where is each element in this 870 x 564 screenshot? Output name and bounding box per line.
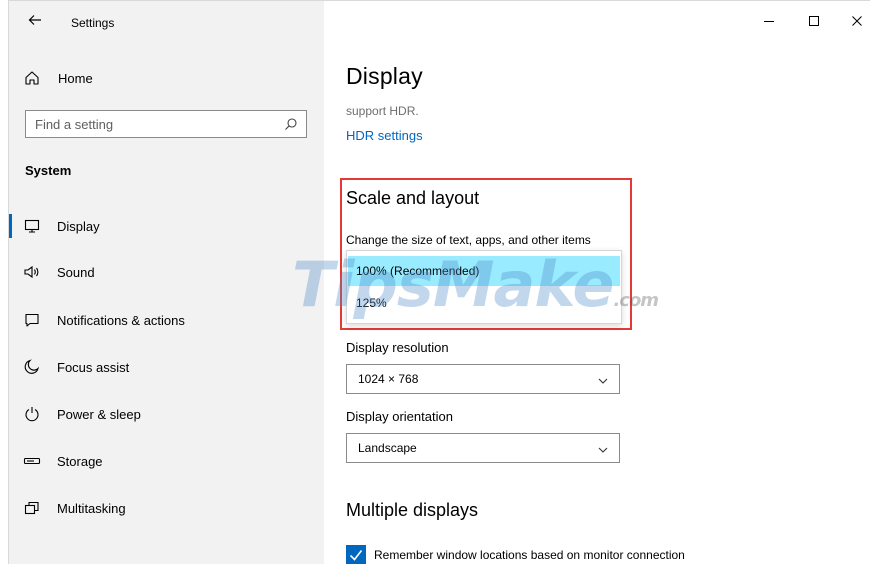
- back-button[interactable]: [23, 12, 47, 34]
- search-input[interactable]: Find a setting: [25, 110, 307, 138]
- sidebar: Settings Home Find a setting System Disp…: [9, 1, 324, 564]
- resolution-label: Display resolution: [346, 340, 449, 355]
- checkmark-icon: [349, 550, 363, 561]
- sidebar-item-focus-assist[interactable]: Focus assist: [9, 347, 324, 387]
- page-title: Display: [346, 63, 423, 89]
- active-indicator: [9, 214, 12, 238]
- sidebar-item-label: Multitasking: [57, 500, 126, 516]
- sidebar-item-label: Power & sleep: [57, 406, 141, 422]
- section-title-system: System: [25, 163, 72, 178]
- sidebar-item-home[interactable]: Home: [22, 65, 312, 91]
- monitor-icon: [23, 217, 41, 235]
- sidebar-item-display[interactable]: Display: [9, 206, 324, 246]
- sidebar-item-label: Focus assist: [57, 359, 130, 375]
- hdr-support-text: support HDR.: [346, 104, 419, 118]
- moon-icon: [23, 358, 41, 376]
- scale-dropdown-list[interactable]: 100% (Recommended) 125%: [346, 250, 622, 324]
- resolution-select[interactable]: 1024 × 768: [346, 364, 620, 394]
- scale-section-title: Scale and layout: [346, 188, 480, 208]
- main-content: Display support HDR. HDR settings Scale …: [324, 1, 870, 564]
- scale-description: Change the size of text, apps, and other…: [346, 233, 591, 247]
- home-label: Home: [58, 70, 93, 86]
- chevron-down-icon: [597, 374, 609, 386]
- sidebar-item-label: Display: [57, 218, 100, 234]
- storage-icon: [23, 452, 41, 470]
- multiple-displays-title: Multiple displays: [346, 500, 479, 520]
- notification-icon: [23, 311, 41, 329]
- chevron-down-icon: [597, 443, 609, 455]
- sidebar-item-storage[interactable]: Storage: [9, 441, 324, 481]
- app-title: Settings: [71, 16, 115, 30]
- resolution-value: 1024 × 768: [358, 372, 419, 386]
- orientation-label: Display orientation: [346, 409, 453, 424]
- close-icon: [852, 16, 862, 26]
- minimize-icon: [764, 21, 774, 22]
- hdr-settings-link[interactable]: HDR settings: [346, 128, 423, 143]
- speaker-icon: [23, 263, 41, 281]
- scale-option-125[interactable]: 125%: [348, 288, 620, 318]
- orientation-value: Landscape: [358, 441, 417, 455]
- minimize-button[interactable]: [754, 9, 784, 35]
- back-arrow-icon: [28, 15, 41, 25]
- maximize-icon: [809, 16, 819, 26]
- sidebar-item-notifications[interactable]: Notifications & actions: [9, 300, 324, 340]
- remember-locations-checkbox[interactable]: [346, 545, 366, 564]
- remember-locations-row[interactable]: Remember window locations based on monit…: [346, 544, 685, 564]
- sidebar-item-label: Storage: [57, 453, 103, 469]
- orientation-select[interactable]: Landscape: [346, 433, 620, 463]
- sidebar-item-multitasking[interactable]: Multitasking: [9, 488, 324, 528]
- maximize-button[interactable]: [799, 9, 829, 35]
- remember-locations-label: Remember window locations based on monit…: [374, 548, 685, 562]
- search-placeholder: Find a setting: [35, 117, 114, 132]
- sidebar-item-label: Sound: [57, 264, 95, 280]
- close-button[interactable]: [842, 9, 870, 35]
- search-icon: [284, 117, 298, 131]
- multitasking-icon: [23, 499, 41, 517]
- sidebar-item-sound[interactable]: Sound: [9, 252, 324, 292]
- home-icon: [22, 68, 42, 88]
- scale-option-100[interactable]: 100% (Recommended): [348, 256, 620, 286]
- power-icon: [23, 405, 41, 423]
- sidebar-item-power-sleep[interactable]: Power & sleep: [9, 394, 324, 434]
- sidebar-item-label: Notifications & actions: [57, 312, 185, 328]
